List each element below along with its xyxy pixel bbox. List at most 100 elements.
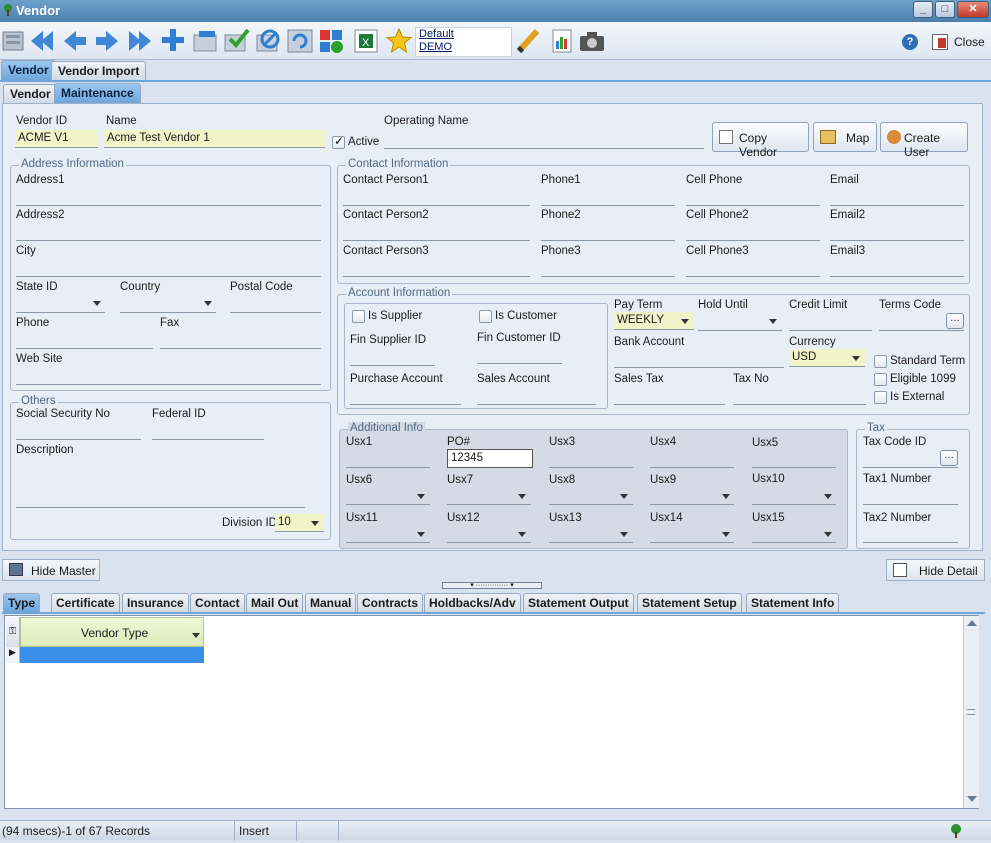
hide-master-button[interactable]: Hide Master bbox=[2, 559, 100, 581]
tab-vendor[interactable]: Vendor bbox=[1, 60, 56, 80]
usx11-dropdown-icon[interactable] bbox=[414, 527, 428, 541]
usx8-dropdown-icon[interactable] bbox=[617, 489, 631, 503]
tab-type[interactable]: Type bbox=[3, 593, 41, 612]
cell-phone-field[interactable] bbox=[686, 205, 820, 206]
tab-vendor-import[interactable]: Vendor Import bbox=[51, 61, 147, 81]
fin-supplier-id-field[interactable] bbox=[350, 365, 435, 366]
tab-contracts[interactable]: Contracts bbox=[357, 593, 424, 612]
tab-statement-info[interactable]: Statement Info bbox=[746, 593, 840, 612]
ssn-field[interactable] bbox=[16, 439, 141, 440]
map-button[interactable]: Map bbox=[813, 122, 877, 152]
terms-code-field[interactable] bbox=[879, 330, 964, 331]
cell-phone2-field[interactable] bbox=[686, 240, 820, 241]
usx3-field[interactable] bbox=[549, 467, 633, 468]
maximize-button[interactable]: □ bbox=[935, 1, 955, 18]
tab-statement-setup[interactable]: Statement Setup bbox=[637, 593, 742, 612]
subtab-maintenance[interactable]: Maintenance bbox=[54, 83, 141, 103]
excel-icon[interactable]: X bbox=[352, 27, 380, 55]
usx10-dropdown-icon[interactable] bbox=[821, 489, 835, 503]
column-header-vendor-type[interactable]: Vendor Type bbox=[20, 617, 204, 647]
fax-field[interactable] bbox=[160, 348, 321, 349]
phone2-field[interactable] bbox=[541, 240, 675, 241]
usx8-field[interactable] bbox=[549, 504, 633, 505]
federal-id-field[interactable] bbox=[152, 439, 264, 440]
scroll-down-icon[interactable] bbox=[967, 796, 977, 802]
subtab-vendor[interactable]: Vendor bbox=[3, 84, 58, 104]
credit-limit-field[interactable] bbox=[789, 330, 872, 331]
state-id-dropdown-icon[interactable] bbox=[90, 296, 104, 310]
usx10-field[interactable] bbox=[752, 504, 836, 505]
phone1-field[interactable] bbox=[541, 205, 675, 206]
help-icon[interactable]: ? bbox=[902, 34, 918, 50]
country-dropdown-icon[interactable] bbox=[201, 296, 215, 310]
name-field[interactable]: Acme Test Vendor 1 bbox=[104, 130, 325, 148]
row-indicator[interactable]: ▶ bbox=[6, 647, 20, 663]
tax1-number-field[interactable] bbox=[863, 504, 958, 505]
profile-company-link[interactable]: DEMO bbox=[419, 41, 452, 53]
state-id-field[interactable] bbox=[16, 312, 105, 313]
active-checkbox[interactable] bbox=[332, 134, 345, 149]
profile-selector[interactable]: Default DEMO bbox=[415, 27, 512, 57]
contact-person3-field[interactable] bbox=[343, 276, 530, 277]
tax-code-id-field[interactable] bbox=[863, 467, 958, 468]
hold-until-dropdown-icon[interactable] bbox=[766, 314, 780, 328]
contact-person1-field[interactable] bbox=[343, 205, 530, 206]
is-external-checkbox[interactable] bbox=[874, 391, 887, 404]
terms-code-lookup-button[interactable]: … bbox=[946, 313, 964, 329]
close-button[interactable]: Close bbox=[932, 32, 987, 52]
tab-insurance[interactable]: Insurance bbox=[122, 593, 189, 612]
usx12-dropdown-icon[interactable] bbox=[515, 527, 529, 541]
po-number-field[interactable]: 12345 bbox=[447, 449, 533, 468]
usx5-field[interactable] bbox=[752, 467, 836, 468]
usx15-dropdown-icon[interactable] bbox=[821, 527, 835, 541]
cell-phone3-field[interactable] bbox=[686, 276, 820, 277]
usx14-dropdown-icon[interactable] bbox=[719, 527, 733, 541]
usx13-dropdown-icon[interactable] bbox=[617, 527, 631, 541]
description-field[interactable] bbox=[16, 507, 305, 508]
tab-mail-out[interactable]: Mail Out bbox=[246, 593, 304, 612]
report-icon[interactable] bbox=[548, 27, 576, 55]
address1-field[interactable] bbox=[16, 205, 321, 206]
division-dropdown-icon[interactable] bbox=[308, 516, 322, 530]
usx9-dropdown-icon[interactable] bbox=[719, 489, 733, 503]
purchase-account-field[interactable] bbox=[350, 404, 461, 405]
edit-pencil-icon[interactable] bbox=[515, 27, 543, 55]
layout-icon[interactable] bbox=[318, 27, 346, 55]
tab-statement-output[interactable]: Statement Output bbox=[523, 593, 634, 612]
vendor-type-filter-icon[interactable] bbox=[189, 628, 203, 642]
close-window-button[interactable]: ✕ bbox=[957, 1, 989, 18]
previous-record-icon[interactable] bbox=[61, 27, 89, 55]
postal-code-field[interactable] bbox=[230, 312, 321, 313]
add-record-icon[interactable] bbox=[159, 27, 187, 55]
last-record-icon[interactable] bbox=[125, 27, 153, 55]
country-field[interactable] bbox=[120, 312, 216, 313]
hide-detail-button[interactable]: Hide Detail bbox=[886, 559, 985, 581]
delete-record-icon[interactable] bbox=[191, 27, 219, 55]
minimize-button[interactable]: _ bbox=[913, 1, 933, 18]
scroll-up-icon[interactable] bbox=[967, 620, 977, 626]
usx7-field[interactable] bbox=[447, 504, 531, 505]
usx6-field[interactable] bbox=[346, 504, 430, 505]
camera-icon[interactable] bbox=[578, 27, 606, 55]
city-field[interactable] bbox=[16, 276, 321, 277]
email-field[interactable] bbox=[830, 205, 964, 206]
usx11-field[interactable] bbox=[346, 542, 430, 543]
favorite-star-icon[interactable] bbox=[385, 27, 413, 55]
currency-dropdown-icon[interactable] bbox=[849, 351, 863, 365]
is-customer-checkbox[interactable] bbox=[479, 310, 492, 323]
sales-account-field[interactable] bbox=[477, 404, 596, 405]
refresh-icon[interactable] bbox=[286, 27, 314, 55]
usx4-field[interactable] bbox=[650, 467, 734, 468]
tax-code-lookup-button[interactable]: … bbox=[940, 450, 958, 466]
is-supplier-checkbox[interactable] bbox=[352, 310, 365, 323]
first-record-icon[interactable] bbox=[29, 27, 57, 55]
splitter-handle[interactable]: ▾ ·············· ▾ bbox=[442, 582, 542, 589]
email3-field[interactable] bbox=[830, 276, 964, 277]
tab-holdbacks-adv[interactable]: Holdbacks/Adv bbox=[424, 593, 521, 612]
save-icon[interactable] bbox=[0, 27, 28, 55]
eligible-1099-checkbox[interactable] bbox=[874, 373, 887, 386]
pay-term-dropdown-icon[interactable] bbox=[678, 314, 692, 328]
usx15-field[interactable] bbox=[752, 542, 836, 543]
create-user-button[interactable]: Create User bbox=[880, 122, 968, 159]
phone-field[interactable] bbox=[16, 348, 153, 349]
